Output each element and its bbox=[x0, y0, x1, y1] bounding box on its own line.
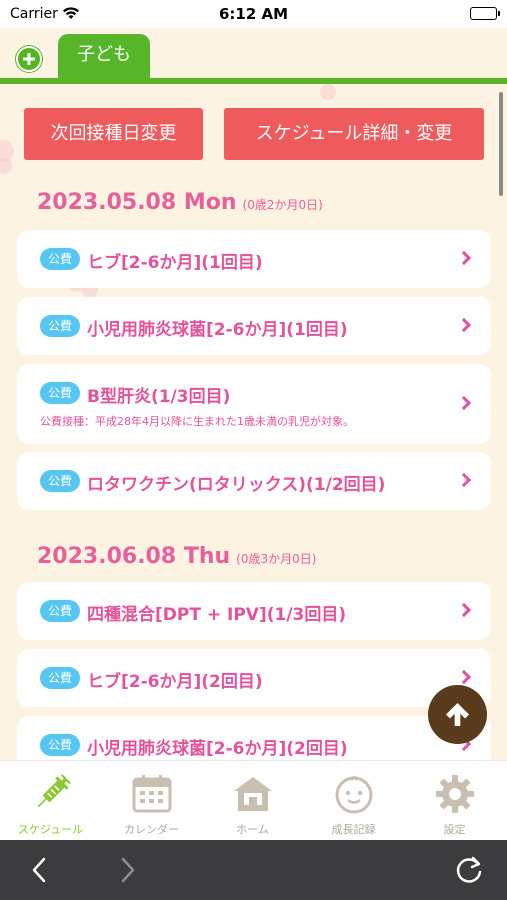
chevron-right-icon bbox=[456, 395, 472, 411]
syringe-icon bbox=[30, 773, 72, 815]
nav-schedule[interactable]: スケジュール bbox=[0, 761, 101, 841]
age-label: (0歳2か月0日) bbox=[242, 198, 323, 212]
vaccine-name: ヒブ[2-6か月](2回目) bbox=[87, 672, 263, 692]
date-label: 2023.06.08 Thu bbox=[37, 544, 231, 569]
tab-underline bbox=[0, 78, 507, 84]
vaccine-name: 小児用肺炎球菌[2-6か月](1回目) bbox=[87, 320, 348, 340]
battery-icon bbox=[470, 7, 500, 20]
reload-button[interactable] bbox=[440, 840, 500, 900]
calendar-icon bbox=[131, 773, 173, 815]
vaccine-card[interactable]: 公費 四種混合[DPT + IPV](1/3回目) bbox=[17, 582, 491, 640]
public-funding-badge: 公費 bbox=[40, 734, 80, 756]
bottom-tab-bar: スケジュール カレンダー ホーム 成長記録 設定 bbox=[0, 760, 507, 840]
vaccine-name: B型肝炎(1/3回目) bbox=[87, 387, 231, 407]
vaccine-card[interactable]: 公費 ヒブ[2-6か月](2回目) bbox=[17, 649, 491, 707]
public-funding-badge: 公費 bbox=[40, 667, 80, 689]
public-funding-badge: 公費 bbox=[40, 600, 80, 622]
gear-icon bbox=[434, 773, 476, 815]
date-label: 2023.05.08 Mon bbox=[37, 190, 237, 215]
nav-label: ホーム bbox=[236, 823, 269, 836]
public-funding-badge: 公費 bbox=[40, 382, 80, 404]
nav-home[interactable]: ホーム bbox=[202, 761, 303, 841]
add-child-button[interactable] bbox=[16, 46, 42, 72]
reload-icon bbox=[440, 856, 500, 900]
chevron-right-icon bbox=[456, 472, 472, 488]
scrollbar[interactable] bbox=[499, 92, 503, 196]
public-funding-badge: 公費 bbox=[40, 248, 80, 270]
vaccine-name: ロタワクチン(ロタリックス)(1/2回目) bbox=[87, 475, 386, 495]
tab-child[interactable]: 子ども bbox=[58, 34, 150, 84]
scroll-to-top-button[interactable] bbox=[428, 685, 487, 744]
vaccine-card[interactable]: 公費 ヒブ[2-6か月](1回目) bbox=[17, 230, 491, 288]
nav-label: 成長記録 bbox=[331, 823, 376, 836]
child-tab-bar: 子ども bbox=[0, 28, 507, 84]
nav-label: カレンダー bbox=[124, 823, 179, 836]
home-icon bbox=[232, 773, 274, 815]
public-funding-badge: 公費 bbox=[40, 470, 80, 492]
schedule-detail-change-button[interactable]: スケジュール詳細・変更 bbox=[224, 108, 484, 160]
date-header: 2023.06.08 Thu (0歳3か月0日) bbox=[37, 544, 316, 569]
next-vaccination-change-button[interactable]: 次回接種日変更 bbox=[24, 108, 203, 160]
age-label: (0歳3か月0日) bbox=[236, 552, 317, 566]
nav-calendar[interactable]: カレンダー bbox=[101, 761, 202, 841]
vaccine-name: ヒブ[2-6か月](1回目) bbox=[87, 253, 263, 273]
nav-label: 設定 bbox=[443, 823, 466, 836]
clock: 6:12 AM bbox=[218, 5, 289, 23]
chevron-right-icon bbox=[96, 857, 156, 900]
back-button[interactable] bbox=[10, 840, 70, 900]
chevron-right-icon bbox=[456, 602, 472, 618]
nav-growth-record[interactable]: 成長記録 bbox=[303, 761, 404, 841]
nav-label: スケジュール bbox=[17, 823, 84, 836]
nav-settings[interactable]: 設定 bbox=[404, 761, 505, 841]
chevron-left-icon bbox=[10, 857, 70, 900]
vaccine-card[interactable]: 公費 ロタワクチン(ロタリックス)(1/2回目) bbox=[17, 452, 491, 510]
vaccine-card[interactable]: 公費 B型肝炎(1/3回目) 公費接種：平成28年4月以降に生まれた1歳未満の乳… bbox=[17, 364, 491, 444]
browser-toolbar bbox=[0, 840, 507, 900]
vaccine-card[interactable]: 公費 小児用肺炎球菌[2-6か月](1回目) bbox=[17, 297, 491, 355]
chevron-right-icon bbox=[456, 317, 472, 333]
forward-button[interactable] bbox=[96, 840, 156, 900]
public-funding-badge: 公費 bbox=[40, 315, 80, 337]
date-header: 2023.05.08 Mon (0歳2か月0日) bbox=[37, 190, 323, 215]
vaccine-name: 四種混合[DPT + IPV](1/3回目) bbox=[87, 605, 347, 625]
status-bar: Carrier 6:12 AM bbox=[0, 0, 507, 28]
baby-face-icon bbox=[333, 773, 375, 815]
chevron-right-icon bbox=[456, 669, 472, 685]
chevron-right-icon bbox=[456, 250, 472, 266]
vaccine-name: 小児用肺炎球菌[2-6か月](2回目) bbox=[87, 739, 348, 759]
vaccine-note: 公費接種：平成28年4月以降に生まれた1歳未満の乳児が対象。 bbox=[40, 415, 354, 428]
